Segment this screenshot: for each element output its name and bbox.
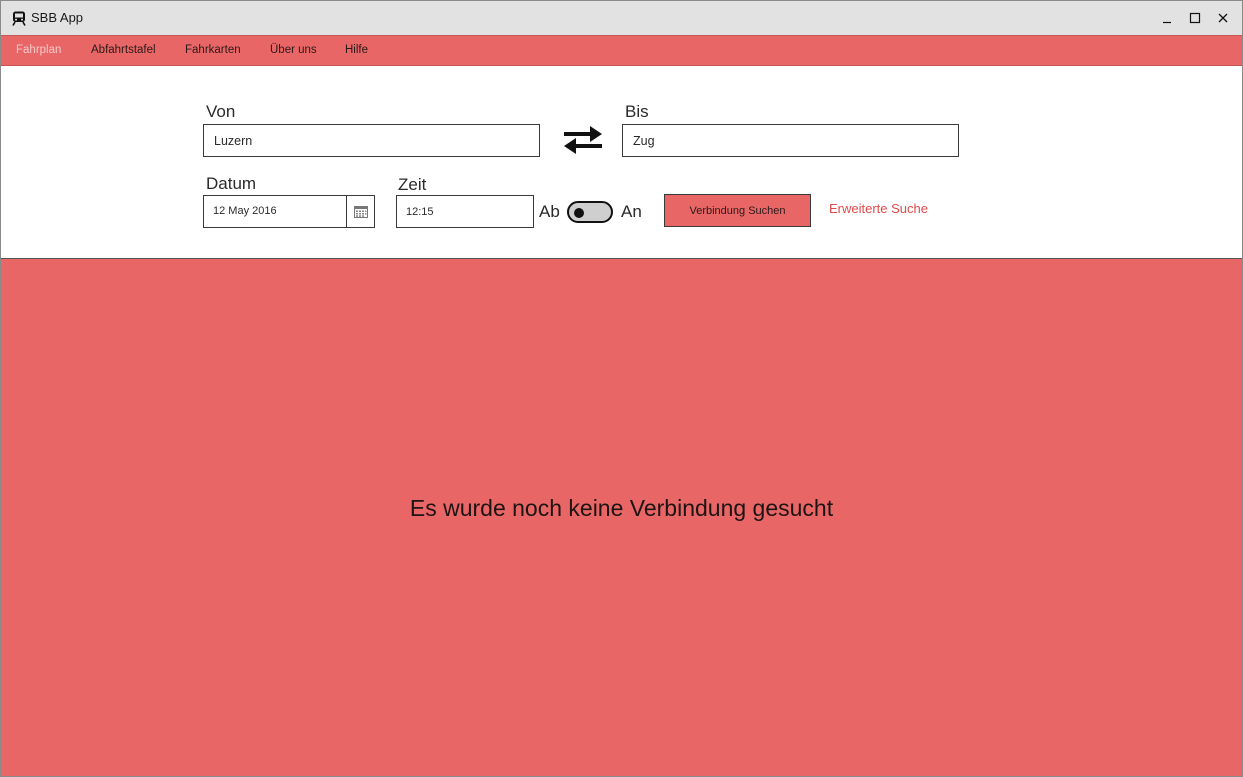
close-button[interactable] [1215,10,1231,26]
toggle-knob [574,208,584,218]
empty-results-message: Es wurde noch keine Verbindung gesucht [409,495,834,521]
menu-item-fahrplan[interactable]: Fahrplan [16,44,61,56]
app-window: SBB App Fahrplan Abfahrtstafel Fahrkarte… [0,0,1243,777]
calendar-button[interactable] [346,196,375,227]
advanced-search-link[interactable]: Erweiterte Suche [829,201,928,216]
departure-toggle-label: Ab [539,202,560,221]
menu-bar: Fahrplan Abfahrtstafel Fahrkarten Über u… [1,35,1242,66]
minimize-icon [1163,21,1171,24]
date-label: Datum [206,174,257,193]
maximize-button[interactable] [1187,10,1203,26]
menu-item-fahrkarten[interactable]: Fahrkarten [185,44,241,56]
minimize-button[interactable] [1159,10,1175,26]
menu-item-hilfe[interactable]: Hilfe [345,44,368,56]
results-panel: Es wurde noch keine Verbindung gesucht [1,258,1242,776]
train-icon [12,11,26,26]
departure-arrival-toggle[interactable] [567,201,613,223]
calendar-icon [354,206,368,218]
arrival-toggle-label: An [621,202,642,221]
date-picker[interactable]: 12 May 2016 [203,195,375,228]
from-input[interactable]: Luzern [203,124,540,157]
time-label: Zeit [398,175,427,194]
swap-arrows-icon [564,126,602,154]
to-label: Bis [625,102,649,121]
search-connection-button[interactable]: Verbindung Suchen [664,194,811,227]
close-icon [1218,13,1228,23]
title-bar[interactable]: SBB App [1,1,1242,35]
from-label: Von [206,102,236,121]
swap-button[interactable] [561,123,605,157]
menu-item-ueber-uns[interactable]: Über uns [270,44,317,56]
time-input[interactable]: 12:15 [396,195,534,228]
maximize-icon [1189,12,1201,24]
window-title: SBB App [31,10,84,25]
to-input[interactable]: Zug [622,124,959,157]
menu-item-abfahrtstafel[interactable]: Abfahrtstafel [91,44,156,56]
date-value[interactable]: 12 May 2016 [213,205,277,217]
